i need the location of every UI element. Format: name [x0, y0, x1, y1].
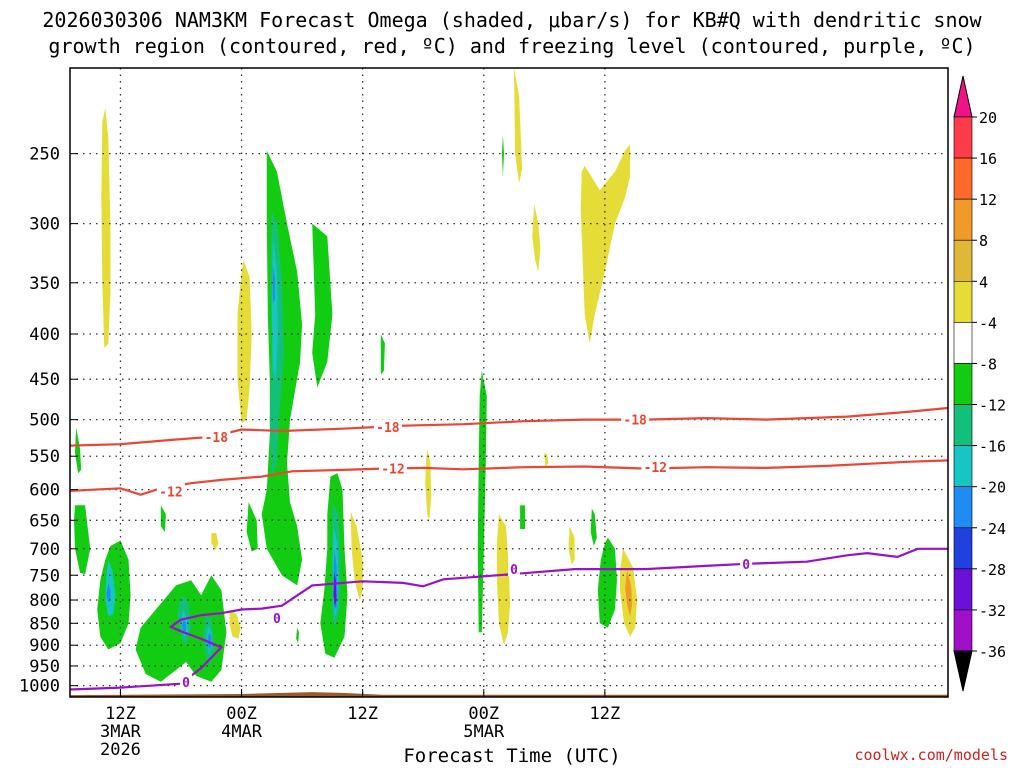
colorbar-bin	[953, 363, 973, 405]
omega-time-height-chart: 2026030306 NAM3KM Forecast Omega (shaded…	[19, 8, 1008, 767]
omega-shaded-region	[544, 452, 549, 467]
x-tick-label: 12Z	[347, 704, 378, 724]
omega-shaded-region	[520, 505, 526, 530]
omega-shaded-region	[101, 108, 111, 349]
x-tick-label: 12Z	[590, 704, 621, 724]
colorbar-bin	[953, 609, 973, 652]
colorbar-bin	[953, 157, 973, 200]
plot-area: -18 -18 -18 -12 -12 -12 0 0 0 0 250 300 350 400 450 500…	[19, 67, 949, 760]
x-tick-label: 4MAR	[221, 722, 263, 742]
colorbar-bin	[953, 445, 973, 487]
y-tick-label: 450	[29, 370, 60, 390]
omega-shaded-region	[425, 449, 432, 521]
x-tick-label: 00Z	[226, 704, 257, 724]
x-axis-label: Forecast Time (UTC)	[403, 745, 620, 767]
colorbar-tick-label: -16	[979, 438, 1006, 456]
omega-shaded-region	[597, 537, 617, 628]
y-tick-label: 700	[29, 540, 60, 560]
colorbar-bin	[953, 527, 973, 570]
colorbar-tick-label: 12	[979, 191, 997, 209]
colorbar-tick-label: -12	[979, 397, 1006, 415]
colorbar-tick-label: -28	[979, 561, 1006, 579]
contour-line	[70, 459, 948, 496]
colorbar-arrow-top	[953, 75, 973, 118]
colorbar-bin	[953, 281, 973, 323]
contour-label: -18	[376, 421, 400, 436]
y-tick-label: 850	[29, 614, 60, 634]
omega-shaded-region	[246, 502, 258, 552]
x-tick-label: 00Z	[468, 704, 499, 724]
contour-label: 0	[742, 558, 750, 573]
colorbar-tick-label: -4	[979, 314, 997, 332]
plot-interior: -18 -18 -18 -12 -12 -12 0 0 0 0	[70, 68, 948, 697]
omega-shaded-region	[568, 526, 575, 565]
y-tick-label: 350	[29, 274, 60, 294]
y-tick-label: 550	[29, 447, 60, 467]
colorbar-tick-label: 8	[979, 232, 988, 250]
omega-shaded-region	[514, 68, 523, 184]
omega-shaded-region	[296, 627, 300, 644]
y-tick-label: 800	[29, 591, 60, 611]
omega-shaded-region	[75, 427, 82, 474]
colorbar-bin	[953, 404, 973, 446]
omega-shaded-region	[237, 260, 252, 424]
chart-title-line1: 2026030306 NAM3KM Forecast Omega (shaded…	[42, 8, 982, 32]
colorbar-tick-label: -24	[979, 520, 1006, 538]
x-tick-label: 12Z	[105, 704, 136, 724]
colorbar-tick-label: -36	[979, 643, 1006, 661]
colorbar-tick-label: 16	[979, 150, 997, 168]
x-tick-label: 3MAR	[100, 722, 142, 742]
omega-shaded-region	[477, 370, 487, 633]
colorbar-bin	[953, 322, 973, 364]
contour-label: 0	[273, 612, 281, 627]
y-tick-label: 600	[29, 481, 60, 501]
colorbar-bin	[953, 116, 973, 159]
colorbar-tick-label: -8	[979, 355, 997, 373]
y-tick-label: 950	[29, 657, 60, 677]
y-tick-label: 900	[29, 636, 60, 656]
chart-title-line2: growth region (contoured, red, ºC) and f…	[48, 34, 975, 58]
omega-shaded-region	[501, 134, 504, 176]
omega-shaded-region	[211, 533, 219, 550]
y-tick-label: 1000	[19, 677, 60, 697]
omega-shaded-region	[350, 511, 363, 600]
y-tick-label: 500	[29, 411, 60, 431]
x-tick-label: 2026	[100, 740, 141, 760]
omega-shaded-region	[380, 334, 385, 375]
credit-link[interactable]: coolwx.com/models	[854, 746, 1008, 764]
y-tick-label: 750	[29, 566, 60, 586]
colorbar-tick-label: 20	[979, 109, 997, 127]
y-tick-label: 650	[29, 511, 60, 531]
colorbar-bin	[953, 198, 973, 241]
colorbar: 20 16 12 8 4 -4 -8 -12 -16 -20 -24 -28 -32 -36	[953, 75, 1006, 692]
omega-shaded-region	[532, 203, 541, 272]
omega-shaded-region	[496, 514, 510, 646]
y-tick-label: 250	[29, 145, 60, 165]
omega-shaded-region	[229, 609, 241, 639]
contour-line	[70, 406, 948, 447]
colorbar-bin	[953, 239, 973, 282]
contour-label: 0	[510, 563, 518, 578]
colorbar-tick-label: 4	[979, 273, 988, 291]
omega-shaded-region	[590, 508, 597, 546]
y-tick-label: 300	[29, 215, 60, 235]
colorbar-bin	[953, 486, 973, 529]
contour-label: -12	[644, 461, 667, 476]
contour-label: 0	[182, 676, 190, 691]
colorbar-bin	[953, 568, 973, 611]
colorbar-tick-label: -32	[979, 602, 1006, 620]
contour-label: -12	[381, 463, 404, 478]
contour-label: -18	[623, 414, 647, 429]
omega-shaded-region	[74, 505, 91, 575]
colorbar-tick-label: -20	[979, 479, 1006, 497]
omega-shaded-region	[160, 505, 166, 532]
colorbar-arrow-bottom	[953, 650, 973, 692]
omega-shaded-region	[312, 223, 333, 388]
x-tick-label: 5MAR	[463, 722, 505, 742]
contour-label: -12	[159, 486, 182, 501]
y-tick-label: 400	[29, 325, 60, 345]
contour-label: -18	[205, 431, 229, 446]
